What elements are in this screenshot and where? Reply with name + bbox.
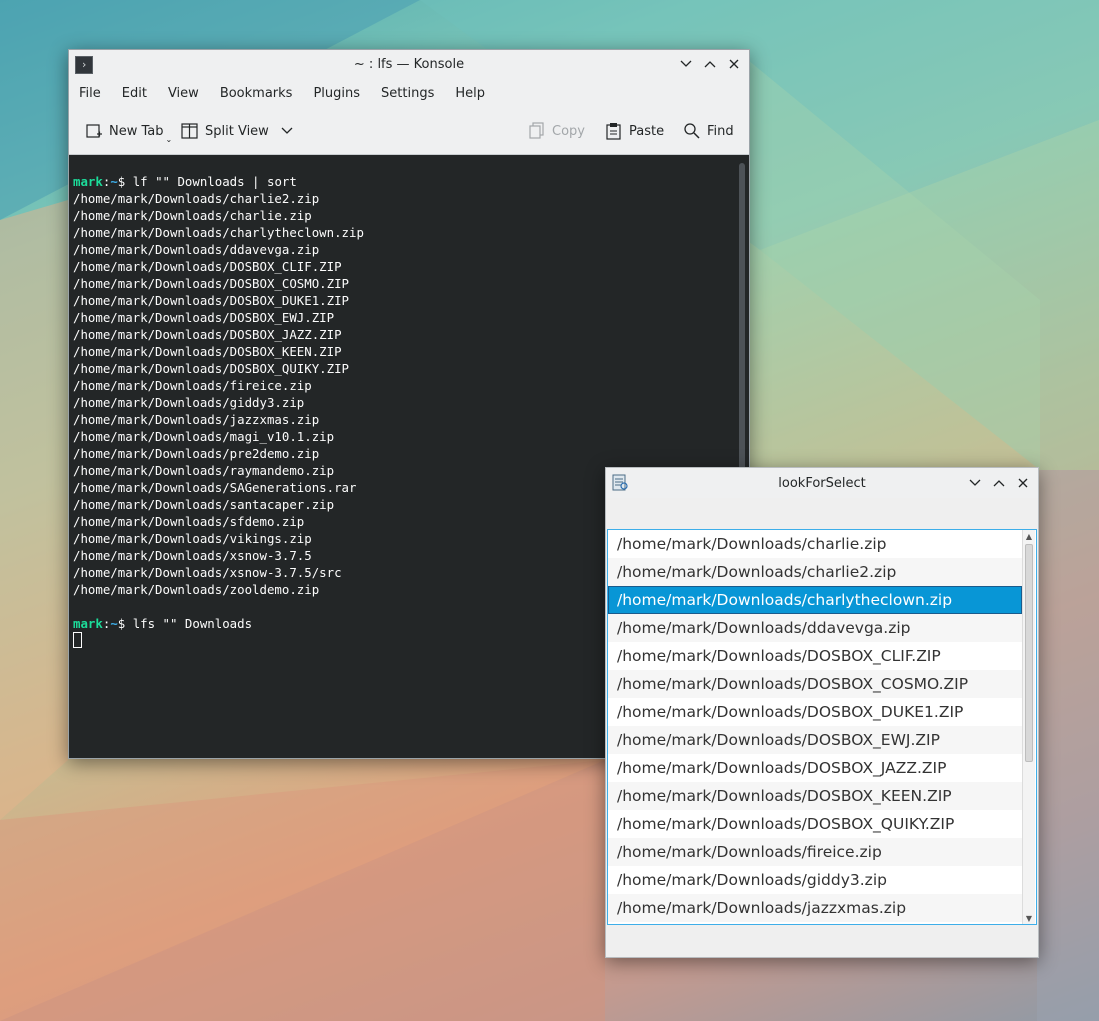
paste-label: Paste: [629, 123, 665, 139]
terminal-output-line: /home/mark/Downloads/santacaper.zip: [73, 497, 335, 512]
file-list-rows: /home/mark/Downloads/charlie.zip/home/ma…: [608, 530, 1036, 922]
menu-bookmarks[interactable]: Bookmarks: [220, 86, 293, 101]
menu-view[interactable]: View: [168, 86, 199, 101]
prompt-path: ~: [110, 174, 118, 189]
menu-edit[interactable]: Edit: [122, 86, 147, 101]
maximize-button[interactable]: [701, 54, 719, 74]
minimize-button[interactable]: [966, 473, 984, 493]
terminal-output-line: /home/mark/Downloads/DOSBOX_KEEN.ZIP: [73, 344, 342, 359]
chevron-up-icon: [993, 480, 1005, 487]
close-button[interactable]: [725, 54, 743, 74]
menu-file[interactable]: File: [79, 86, 101, 101]
terminal-output-line: /home/mark/Downloads/sfdemo.zip: [73, 514, 305, 529]
list-item[interactable]: /home/mark/Downloads/charlie2.zip: [608, 558, 1022, 586]
maximize-button[interactable]: [990, 473, 1008, 493]
terminal-output-line: /home/mark/Downloads/charlytheclown.zip: [73, 225, 364, 240]
list-item[interactable]: /home/mark/Downloads/jazzxmas.zip: [608, 894, 1022, 922]
prompt-user: mark: [73, 174, 103, 189]
copy-icon: [529, 122, 544, 139]
terminal-output-line: /home/mark/Downloads/magi_v10.1.zip: [73, 429, 335, 444]
terminal-output-line: /home/mark/Downloads/xsnow-3.7.5/src: [73, 565, 342, 580]
lookforselect-window: lookForSelect /home/mark/Downloads/charl…: [605, 467, 1039, 958]
command-text: lfs "" Downloads: [132, 616, 253, 631]
terminal-output-line: /home/mark/Downloads/zooldemo.zip: [73, 582, 320, 597]
menu-help[interactable]: Help: [455, 86, 485, 101]
terminal-output-line: /home/mark/Downloads/DOSBOX_CLIF.ZIP: [73, 259, 342, 274]
terminal-output-line: /home/mark/Downloads/DOSBOX_EWJ.ZIP: [73, 310, 335, 325]
terminal-output-line: /home/mark/Downloads/raymandemo.zip: [73, 463, 335, 478]
menu-plugins[interactable]: Plugins: [313, 86, 360, 101]
command-output: /home/mark/Downloads/charlie2.zip /home/…: [73, 191, 364, 597]
toolbar: New Tab ⌄ Split View Copy Paste Find: [69, 108, 749, 155]
terminal-output-line: /home/mark/Downloads/charlie2.zip: [73, 191, 320, 206]
list-item[interactable]: /home/mark/Downloads/DOSBOX_QUIKY.ZIP: [608, 810, 1022, 838]
terminal-output-line: /home/mark/Downloads/charlie.zip: [73, 208, 312, 223]
scroll-up-arrow-icon[interactable]: ▲: [1023, 530, 1035, 542]
list-item-selected[interactable]: /home/mark/Downloads/charlytheclown.zip: [608, 586, 1022, 614]
konsole-titlebar[interactable]: › ~ : lfs — Konsole: [69, 50, 749, 78]
close-button[interactable]: [1014, 473, 1032, 493]
chevron-down-icon: [969, 479, 981, 486]
terminal-output-line: /home/mark/Downloads/SAGenerations.rar: [73, 480, 357, 495]
list-item[interactable]: /home/mark/Downloads/ddavevga.zip: [608, 614, 1022, 642]
chevron-up-icon: [704, 61, 716, 68]
list-item[interactable]: /home/mark/Downloads/DOSBOX_KEEN.ZIP: [608, 782, 1022, 810]
search-icon: [684, 123, 700, 139]
terminal-output-line: /home/mark/Downloads/ddavevga.zip: [73, 242, 320, 257]
scroll-down-arrow-icon[interactable]: ▼: [1023, 912, 1035, 924]
paste-icon: [606, 123, 621, 140]
list-item[interactable]: /home/mark/Downloads/DOSBOX_CLIF.ZIP: [608, 642, 1022, 670]
dropdown-arrow-icon: ⌄: [165, 134, 173, 144]
find-button[interactable]: Find: [683, 108, 734, 154]
lookforselect-titlebar[interactable]: lookForSelect: [606, 468, 1038, 498]
prompt-user: mark: [73, 616, 103, 631]
copy-button[interactable]: Copy: [528, 108, 585, 154]
terminal-output-line: /home/mark/Downloads/DOSBOX_JAZZ.ZIP: [73, 327, 342, 342]
new-tab-button[interactable]: New Tab ⌄: [85, 108, 172, 154]
list-item[interactable]: /home/mark/Downloads/giddy3.zip: [608, 866, 1022, 894]
terminal-output: mark:~$ lf "" Downloads | sort /home/mar…: [73, 173, 364, 650]
chevron-down-icon: [281, 127, 293, 134]
split-view-icon: [181, 123, 198, 139]
close-icon: [729, 59, 739, 69]
prompt-path: ~: [110, 616, 118, 631]
menu-bar: File Edit View Bookmarks Plugins Setting…: [69, 78, 749, 108]
terminal-output-line: /home/mark/Downloads/pre2demo.zip: [73, 446, 320, 461]
list-item[interactable]: /home/mark/Downloads/fireice.zip: [608, 838, 1022, 866]
new-tab-icon: [86, 124, 102, 138]
terminal-output-line: /home/mark/Downloads/DOSBOX_DUKE1.ZIP: [73, 293, 350, 308]
command-text: lf "" Downloads | sort: [132, 174, 297, 189]
prompt-line: mark:~$ lfs "" Downloads: [73, 616, 253, 631]
terminal-output-line: /home/mark/Downloads/DOSBOX_COSMO.ZIP: [73, 276, 350, 291]
split-view-button[interactable]: Split View: [181, 108, 293, 154]
file-list[interactable]: /home/mark/Downloads/charlie.zip/home/ma…: [607, 529, 1037, 925]
list-item[interactable]: /home/mark/Downloads/charlie.zip: [608, 530, 1022, 558]
minimize-button[interactable]: [677, 54, 695, 74]
terminal-output-line: /home/mark/Downloads/DOSBOX_QUIKY.ZIP: [73, 361, 350, 376]
list-item[interactable]: /home/mark/Downloads/DOSBOX_EWJ.ZIP: [608, 726, 1022, 754]
list-item[interactable]: /home/mark/Downloads/DOSBOX_DUKE1.ZIP: [608, 698, 1022, 726]
terminal-output-line: /home/mark/Downloads/giddy3.zip: [73, 395, 305, 410]
terminal-scrollbar[interactable]: [739, 163, 745, 493]
prompt-line: mark:~$ lf "" Downloads | sort: [73, 174, 297, 189]
find-label: Find: [707, 123, 734, 139]
chevron-down-icon: [680, 60, 692, 67]
terminal-output-line: /home/mark/Downloads/fireice.zip: [73, 378, 312, 393]
list-item[interactable]: /home/mark/Downloads/DOSBOX_COSMO.ZIP: [608, 670, 1022, 698]
list-item[interactable]: /home/mark/Downloads/DOSBOX_JAZZ.ZIP: [608, 754, 1022, 782]
text-cursor: [73, 632, 82, 648]
close-icon: [1018, 478, 1028, 488]
terminal-output-line: /home/mark/Downloads/vikings.zip: [73, 531, 312, 546]
window-title: ~ : lfs — Konsole: [353, 57, 465, 72]
copy-label: Copy: [552, 123, 585, 139]
menu-settings[interactable]: Settings: [381, 86, 434, 101]
split-view-label: Split View: [205, 123, 269, 139]
new-tab-label: New Tab: [109, 123, 164, 139]
terminal-output-line: /home/mark/Downloads/xsnow-3.7.5: [73, 548, 312, 563]
paste-button[interactable]: Paste: [605, 108, 664, 154]
scrollbar-thumb[interactable]: [1025, 544, 1033, 762]
list-scrollbar[interactable]: ▲ ▼: [1022, 530, 1035, 924]
terminal-output-line: /home/mark/Downloads/jazzxmas.zip: [73, 412, 320, 427]
